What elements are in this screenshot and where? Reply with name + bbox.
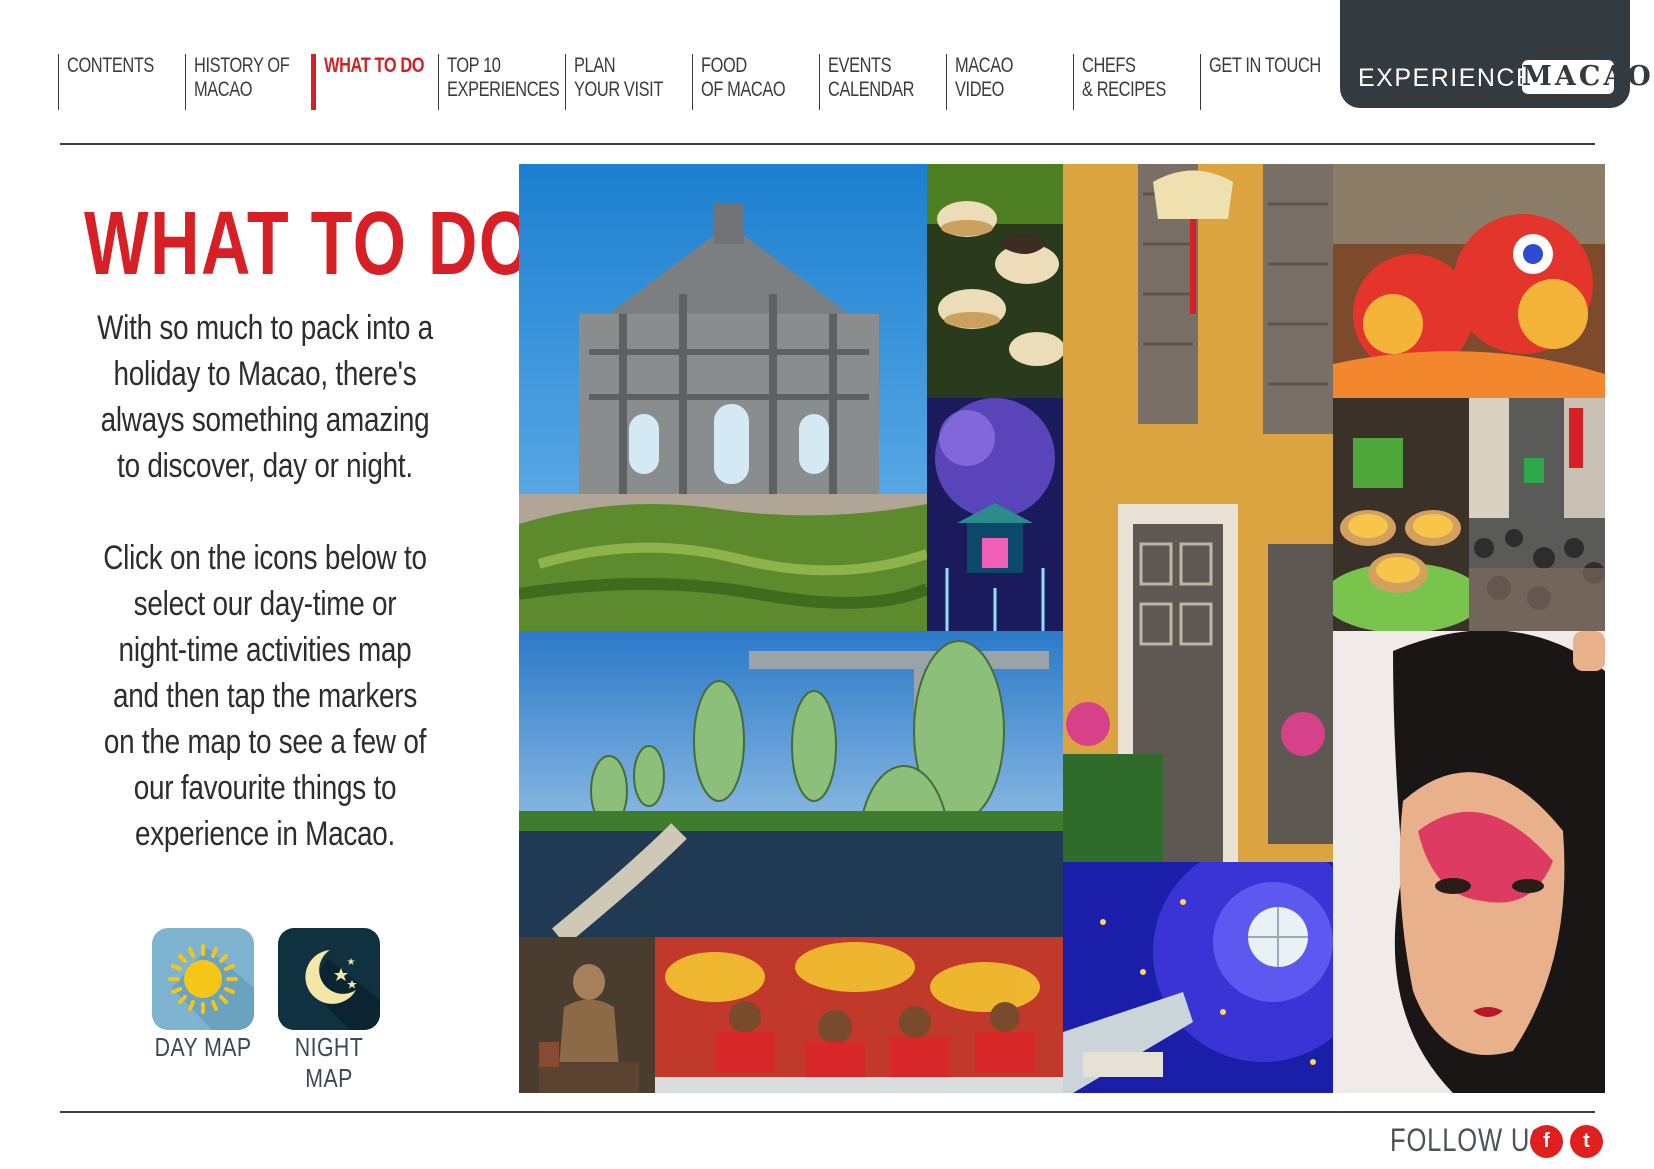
nav-item-get-in-touch[interactable]: GET IN TOUCH: [1200, 54, 1321, 110]
photo-dragon-boat-race: [655, 937, 1063, 1093]
nav-label: FOOD OF MACAO: [701, 54, 786, 101]
day-map-button[interactable]: [152, 928, 254, 1030]
nav-label: HISTORY OF MACAO: [194, 54, 290, 101]
nav-item-top-10-experiences[interactable]: TOP 10 EXPERIENCES: [438, 54, 560, 110]
main-nav: CONTENTS HISTORY OF MACAO WHAT TO DO TOP…: [58, 54, 1348, 110]
night-map-label-text: NIGHT MAP: [294, 1032, 364, 1093]
day-map-label-text: DAY MAP: [154, 1032, 252, 1062]
nav-label: MACAO VIDEO: [955, 54, 1014, 101]
twitter-icon[interactable]: t: [1570, 1125, 1603, 1158]
footer-divider: [60, 1111, 1595, 1113]
nav-item-chefs-recipes[interactable]: CHEFS & RECIPES: [1073, 54, 1191, 110]
photo-night-fountain: [927, 398, 1063, 631]
nav-label: TOP 10 EXPERIENCES: [447, 54, 560, 101]
nav-label: EVENTS CALENDAR: [828, 54, 915, 101]
brand-prefix: EXPERIENCE: [1358, 64, 1535, 92]
nav-label: WHAT TO DO: [324, 54, 425, 77]
instructions-text-content: Click on the icons below to select our d…: [103, 539, 427, 853]
photo-egg-tarts: [1333, 398, 1469, 631]
header-divider: [60, 143, 1595, 145]
nav-item-macao-video[interactable]: MACAO VIDEO: [946, 54, 1064, 110]
brand-name: MACAO: [1522, 60, 1654, 94]
night-map-button[interactable]: [278, 928, 380, 1030]
facebook-icon[interactable]: f: [1530, 1125, 1563, 1158]
day-map-label[interactable]: DAY MAP: [138, 1032, 268, 1063]
photo-yellow-facade: [1063, 164, 1333, 862]
nav-label: GET IN TOUCH: [1209, 54, 1321, 77]
photo-cantonese-opera-performer: [1333, 631, 1605, 1093]
nav-item-contents[interactable]: CONTENTS: [58, 54, 176, 110]
follow-us-text: FOLLOW US: [1390, 1122, 1548, 1158]
photo-crowded-street: [1469, 398, 1605, 631]
nav-item-what-to-do[interactable]: WHAT TO DO: [311, 54, 429, 110]
night-map-label[interactable]: NIGHT MAP: [264, 1032, 394, 1094]
intro-text-content: With so much to pack into a holiday to M…: [97, 309, 433, 485]
photo-glass-domes: [519, 631, 1063, 937]
nav-label: CONTENTS: [67, 54, 154, 77]
photo-scallops-dish: [927, 164, 1063, 398]
nav-item-food-of-macao[interactable]: FOOD OF MACAO: [692, 54, 810, 110]
nav-item-plan-your-visit[interactable]: PLAN YOUR VISIT: [565, 54, 683, 110]
photo-ruins-of-st-pauls: [519, 164, 927, 631]
photo-science-centre-planetarium: [1063, 862, 1333, 1093]
sun-icon: [168, 944, 254, 1030]
intro-text: With so much to pack into a holiday to M…: [60, 305, 470, 489]
nav-item-history-of-macao[interactable]: HISTORY OF MACAO: [185, 54, 303, 110]
nav-label: PLAN YOUR VISIT: [574, 54, 663, 101]
photo-lion-dance: [1333, 164, 1605, 398]
moon-icon: [305, 950, 380, 1030]
photo-bronze-statue: [519, 937, 655, 1093]
nav-label: CHEFS & RECIPES: [1082, 54, 1166, 101]
page-title: WHAT TO DO: [84, 194, 534, 294]
instructions-text: Click on the icons below to select our d…: [60, 535, 470, 857]
brand-logo[interactable]: EXPERIENCE MACAO: [1340, 0, 1654, 108]
nav-item-events-calendar[interactable]: EVENTS CALENDAR: [819, 54, 937, 110]
